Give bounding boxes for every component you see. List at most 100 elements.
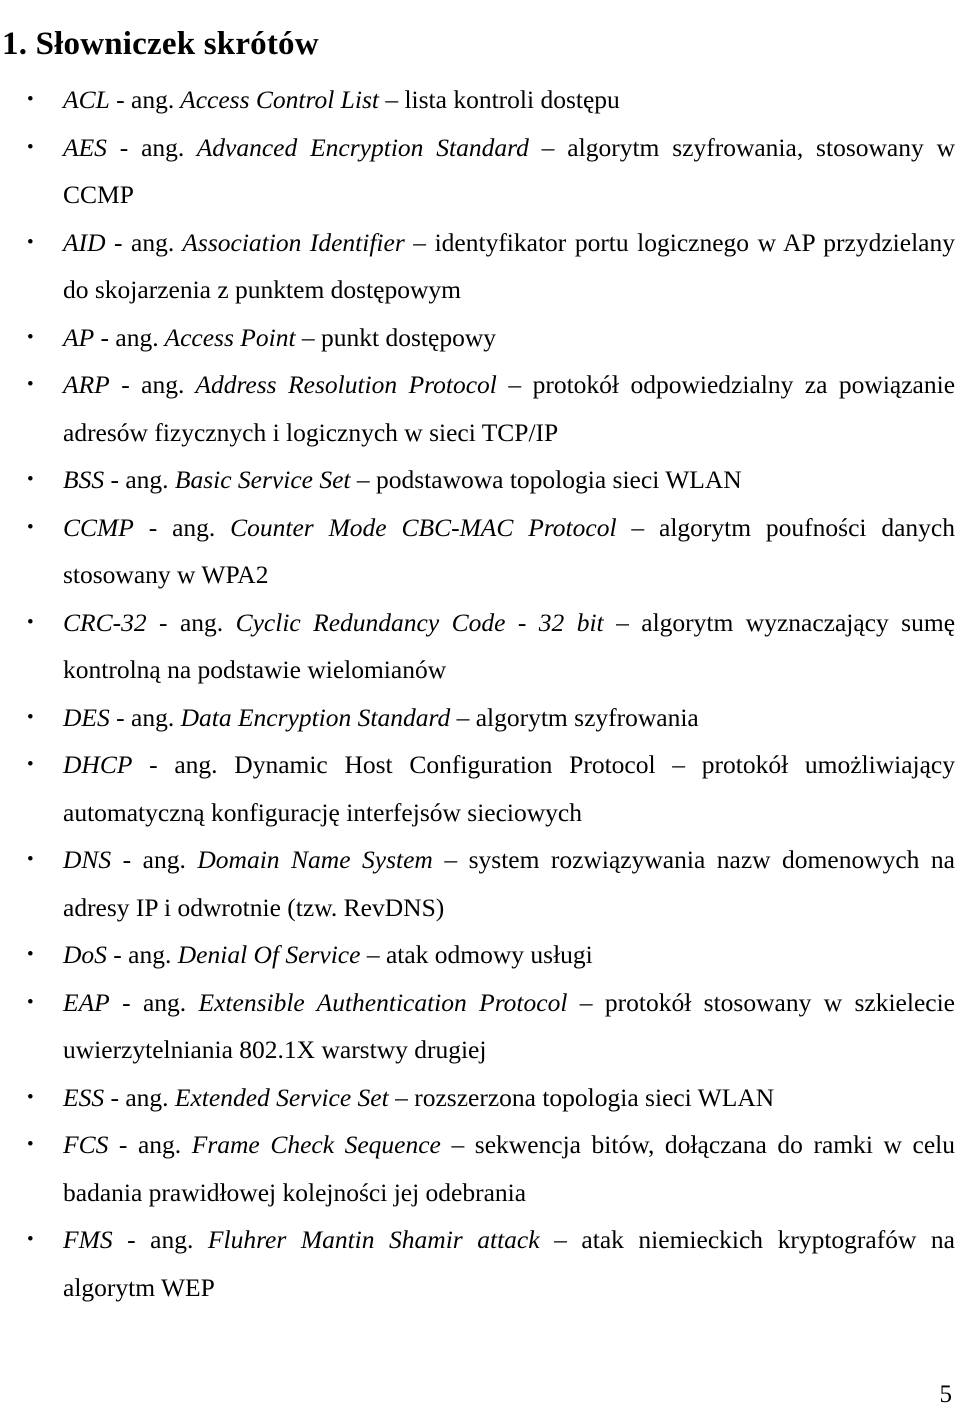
entry-separator-endash: –: [655, 750, 702, 779]
entry-language-marker: ang.: [141, 132, 185, 162]
entry-separator-endash: –: [528, 132, 568, 162]
entry-separator-endash: –: [539, 1225, 582, 1254]
glossary-entry: • ESS - ang. Extended Service Set – rozsz…: [0, 1074, 960, 1122]
entry-expansion: Extended Service Set: [168, 1082, 389, 1112]
glossary-entry: • CRC-32 - ang. Cyclic Redundancy Code - …: [0, 599, 960, 694]
bullet-icon: •: [27, 374, 34, 395]
entry-expansion: Fluhrer Mantin Shamir attack: [193, 1225, 540, 1254]
entry-separator-dash: -: [109, 987, 143, 1017]
bullet-icon: •: [27, 991, 34, 1013]
entry-separator-endash: –: [360, 940, 386, 969]
entry-separator-dash: -: [108, 1130, 138, 1159]
glossary-list: • ACL - ang. Access Control List – lista …: [0, 76, 960, 1311]
entry-language-marker: ang.: [115, 322, 159, 352]
entry-abbreviation: ARP: [63, 370, 110, 399]
entry-definition: rozszerzona topologia sieci WLAN: [414, 1082, 775, 1112]
entry-abbreviation: AID: [63, 227, 106, 257]
entry-language-marker: ang.: [141, 370, 185, 399]
entry-abbreviation: AP: [63, 322, 95, 352]
entry-expansion: Denial Of Service: [171, 940, 361, 969]
bullet-icon: •: [27, 611, 34, 633]
entry-language-marker: ang.: [142, 845, 186, 874]
entry-language-marker: ang.: [137, 1130, 182, 1159]
glossary-entry: • ARP - ang. Address Resolution Protocol …: [0, 361, 960, 456]
bullet-icon: •: [27, 326, 34, 348]
entry-separator-dash: -: [104, 465, 126, 494]
entry-separator-dash: -: [109, 370, 142, 399]
bullet-icon: •: [27, 706, 34, 728]
entry-language-marker: ang.: [125, 1082, 169, 1112]
entry-expansion: Access Point: [158, 322, 296, 352]
entry-separator-endash: –: [388, 1082, 415, 1112]
entry-separator-endash: –: [432, 845, 469, 874]
entry-language-marker: ang.: [142, 987, 187, 1017]
entry-abbreviation: CRC-32: [63, 607, 147, 637]
entry-language-marker: ang.: [150, 1225, 194, 1254]
entry-abbreviation: AES: [63, 132, 107, 162]
entry-definition: punkt dostępowy: [321, 322, 496, 352]
entry-separator-dash: -: [112, 1225, 151, 1254]
entry-expansion: Counter Mode CBC-MAC Protocol: [215, 512, 617, 542]
entry-abbreviation: CCMP: [63, 512, 134, 542]
entry-expansion: Domain Name System: [185, 845, 433, 874]
entry-expansion: Cyclic Redundancy Code - 32 bit: [223, 607, 604, 637]
glossary-entry: • BSS - ang. Basic Service Set – podstawo…: [0, 456, 960, 504]
entry-abbreviation: ACL: [63, 85, 110, 114]
entry-separator-dash: -: [111, 845, 143, 874]
entry-abbreviation: EAP: [63, 987, 110, 1017]
bullet-icon: •: [27, 516, 34, 538]
entry-definition: algorytm szyfrowania: [475, 702, 699, 732]
entry-separator-dash: -: [109, 702, 131, 732]
entry-language-marker: ang.: [131, 227, 175, 257]
entry-expansion: Basic Service Set: [168, 465, 351, 494]
entry-separator-endash: –: [450, 702, 476, 732]
page-number: 5: [939, 1381, 953, 1408]
entry-language-marker: ang.: [131, 702, 175, 732]
entry-expansion: Extensible Authentication Protocol: [186, 987, 568, 1017]
entry-expansion: Access Control List: [174, 85, 379, 114]
glossary-entry: • ACL - ang. Access Control List – lista …: [0, 76, 960, 124]
bullet-icon: •: [27, 469, 34, 490]
entry-separator-endash: –: [295, 322, 322, 352]
page-title: 1. Słowniczek skrótów: [2, 26, 319, 63]
entry-separator-endash: –: [350, 465, 376, 494]
entry-expansion: Data Encryption Standard: [174, 702, 451, 732]
entry-language-marker: ang.: [174, 750, 218, 779]
bullet-icon: •: [27, 1086, 34, 1108]
entry-abbreviation: DHCP: [63, 750, 133, 779]
entry-definition: atak odmowy usługi: [385, 940, 593, 969]
glossary-entry: • CCMP - ang. Counter Mode CBC-MAC Protoc…: [0, 504, 960, 599]
entry-separator-endash: –: [440, 1130, 475, 1159]
entry-separator-dash: -: [106, 132, 142, 162]
bullet-icon: •: [27, 231, 34, 253]
glossary-entry: • AES - ang. Advanced Encryption Standard…: [0, 124, 960, 219]
entry-expansion: Frame Check Sequence: [181, 1130, 441, 1159]
bullet-icon: •: [27, 754, 34, 775]
bullet-icon: •: [27, 1134, 34, 1155]
glossary-entry: • EAP - ang. Extensible Authentication Pr…: [0, 979, 960, 1074]
glossary-entry: • DHCP - ang. Dynamic Host Configuration …: [0, 741, 960, 836]
entry-separator-endash: –: [496, 370, 533, 399]
entry-separator-dash: -: [106, 940, 129, 969]
bullet-icon: •: [27, 89, 34, 110]
bullet-icon: •: [27, 1229, 34, 1250]
glossary-entry: • FMS - ang. Fluhrer Mantin Shamir attack…: [0, 1216, 960, 1311]
entry-expansion: Association Identifier: [174, 227, 405, 257]
entry-abbreviation: DES: [63, 702, 110, 732]
entry-abbreviation: FCS: [63, 1130, 109, 1159]
entry-language-marker: ang.: [172, 512, 216, 542]
entry-expansion: Address Resolution Protocol: [184, 370, 497, 399]
glossary-entry: • DNS - ang. Domain Name System – system …: [0, 836, 960, 931]
entry-separator-endash: –: [567, 987, 605, 1017]
entry-separator-endash: –: [603, 607, 642, 637]
document-page: 1. Słowniczek skrótów • ACL - ang. Access…: [0, 0, 960, 1418]
entry-separator-dash: -: [133, 512, 173, 542]
entry-separator-dash: -: [132, 750, 175, 779]
entry-language-marker: ang.: [179, 607, 224, 637]
entry-abbreviation: BSS: [63, 465, 105, 494]
glossary-entry: • FCS - ang. Frame Check Sequence – sekwe…: [0, 1121, 960, 1216]
entry-separator-dash: -: [105, 227, 132, 257]
entry-abbreviation: FMS: [63, 1225, 113, 1254]
entry-definition: lista kontroli dostępu: [404, 85, 620, 114]
entry-language-marker: ang.: [125, 465, 169, 494]
